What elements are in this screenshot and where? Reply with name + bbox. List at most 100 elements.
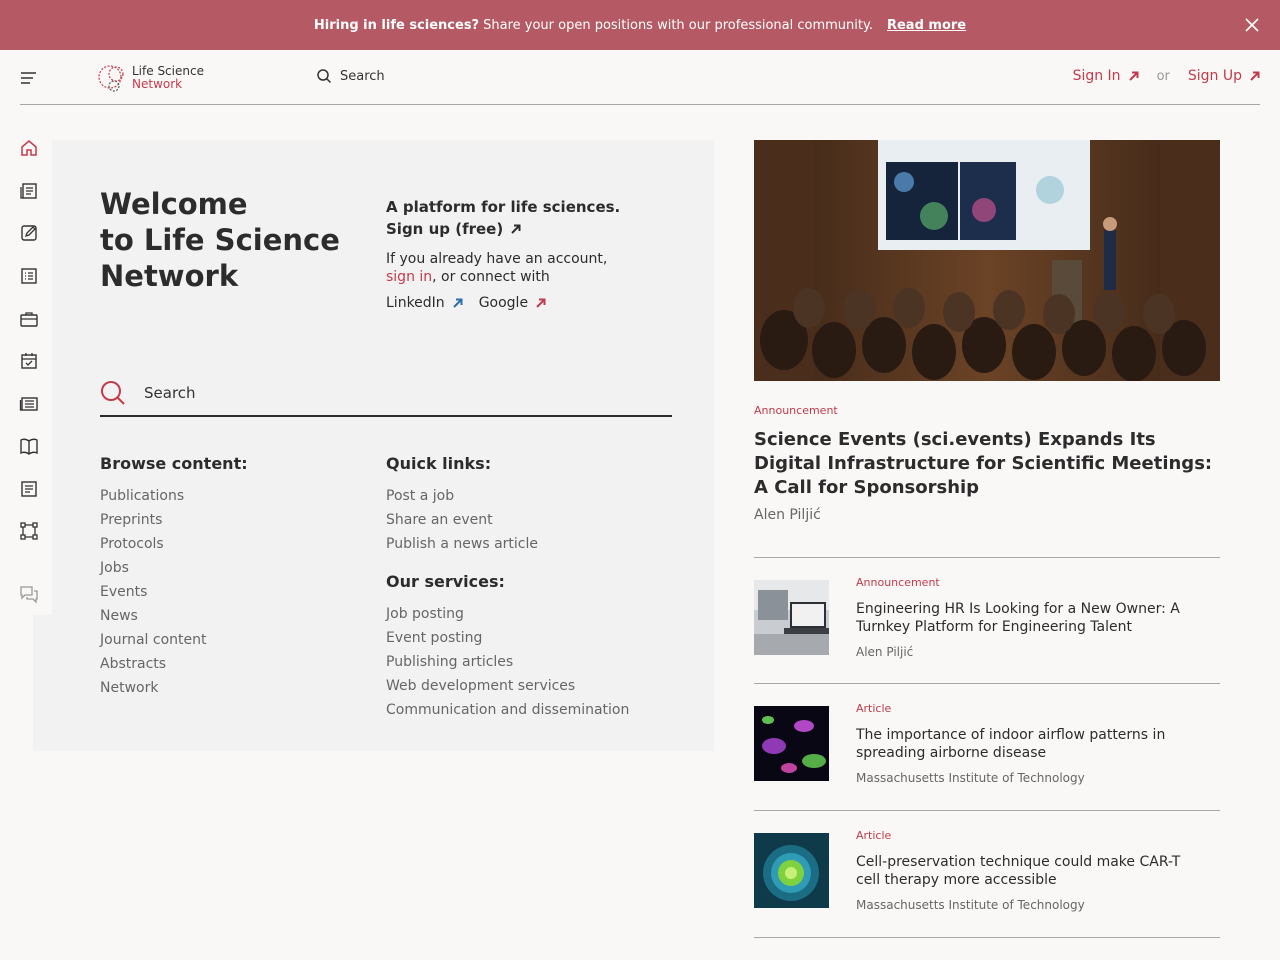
main-search-input[interactable]: Search: [100, 370, 672, 417]
welcome-line3: Network: [100, 259, 239, 293]
signup-free-label: Sign up (free): [386, 220, 504, 238]
featured-title-link[interactable]: Science Events (sci.events) Expands Its …: [754, 428, 1220, 500]
news-divider: [754, 683, 1220, 684]
browse-list: Publications Preprints Protocols Jobs Events…: [100, 484, 360, 700]
news-thumbnail[interactable]: [754, 706, 829, 781]
arrow-up-right-icon: [452, 298, 463, 308]
chat-icon[interactable]: [19, 584, 39, 604]
news-thumbnail[interactable]: [754, 833, 829, 908]
arrow-up-right-icon: [511, 224, 521, 234]
service-link[interactable]: Web development services: [386, 674, 686, 698]
arrow-up-right-icon: [1250, 71, 1260, 81]
news-divider: [754, 557, 1220, 558]
quick-link[interactable]: Share an event: [386, 508, 686, 532]
announcement-banner: Hiring in life sciences? Share your open…: [0, 0, 1280, 50]
account-prompt-prefix: If you already have an account,: [386, 251, 608, 267]
news-category: Announcement: [856, 576, 940, 589]
account-prompt: If you already have an account, sign in,…: [386, 250, 686, 286]
service-link[interactable]: Publishing articles: [386, 650, 686, 674]
book-icon[interactable]: [19, 436, 39, 456]
edit-icon[interactable]: [19, 223, 39, 243]
menu-icon[interactable]: [20, 70, 38, 84]
main-search-placeholder: Search: [144, 383, 196, 402]
news-thumbnail[interactable]: [754, 580, 829, 655]
news-title[interactable]: Engineering HR Is Looking for a New Owne…: [856, 600, 1196, 636]
sign-up-link[interactable]: Sign Up: [1188, 68, 1260, 84]
linkedin-link[interactable]: LinkedIn: [386, 294, 463, 312]
document-icon[interactable]: [19, 479, 39, 499]
welcome-line2: to Life Science: [100, 223, 340, 257]
sidebar-nav: [0, 126, 52, 616]
news-title[interactable]: Cell-preservation technique could make C…: [856, 853, 1196, 889]
browse-link[interactable]: Events: [100, 580, 360, 604]
browse-link[interactable]: Abstracts: [100, 652, 360, 676]
news-item[interactable]: Article The importance of indoor airflow…: [754, 702, 1220, 806]
quick-links-title: Quick links:: [386, 454, 492, 473]
calendar-icon[interactable]: [19, 351, 39, 371]
news-item[interactable]: Article Cell-preservation technique coul…: [754, 829, 1220, 933]
or-separator: or: [1156, 68, 1170, 84]
news-item[interactable]: Announcement Engineering HR Is Looking f…: [754, 576, 1220, 680]
site-logo[interactable]: Life Science Network: [96, 62, 204, 94]
service-link[interactable]: Communication and dissemination: [386, 698, 686, 722]
news-author: Massachusetts Institute of Technology: [856, 898, 1085, 912]
sign-in-link[interactable]: Sign In: [1073, 68, 1139, 84]
featured-category: Announcement: [754, 404, 838, 417]
service-link[interactable]: Event posting: [386, 626, 686, 650]
service-link[interactable]: Job posting: [386, 602, 686, 626]
header-search[interactable]: Search: [316, 68, 385, 84]
browse-link[interactable]: Network: [100, 676, 360, 700]
network-icon[interactable]: [19, 521, 39, 541]
news-icon[interactable]: [19, 181, 39, 201]
search-icon: [317, 69, 332, 84]
browse-link[interactable]: Publications: [100, 484, 360, 508]
google-link[interactable]: Google: [479, 294, 546, 312]
news-title[interactable]: The importance of indoor airflow pattern…: [856, 726, 1196, 762]
newspaper-icon[interactable]: [19, 394, 39, 414]
browse-link[interactable]: Protocols: [100, 532, 360, 556]
browse-link[interactable]: Journal content: [100, 628, 360, 652]
social-connect: LinkedIn Google: [386, 294, 686, 312]
auth-links: Sign In or Sign Up: [1073, 68, 1260, 84]
sign-in-label: Sign In: [1072, 68, 1121, 84]
services-list: Job posting Event posting Publishing artic…: [386, 602, 686, 722]
linkedin-label: LinkedIn: [386, 295, 445, 311]
banner-text: Share your open positions with our profe…: [483, 17, 873, 33]
banner-bold-text: Hiring in life sciences?: [313, 17, 480, 33]
arrow-up-right-icon: [536, 298, 546, 308]
account-prompt-suffix: , or connect with: [432, 269, 550, 285]
welcome-heading: Welcome to Life Science Network: [100, 186, 360, 294]
quick-link[interactable]: Post a job: [386, 484, 686, 508]
google-label: Google: [478, 295, 529, 311]
news-category: Article: [856, 702, 892, 715]
sign-in-inline-link[interactable]: sign in: [386, 269, 432, 285]
home-icon[interactable]: [19, 138, 39, 158]
site-header: Life Science Network Search Sign In or S…: [20, 50, 1260, 105]
logo-icon: [98, 65, 124, 92]
featured-image[interactable]: [754, 140, 1220, 381]
featured-author: Alen Piljić: [754, 507, 821, 523]
sign-up-label: Sign Up: [1187, 68, 1242, 84]
browse-link[interactable]: News: [100, 604, 360, 628]
list-icon[interactable]: [19, 266, 39, 286]
close-icon[interactable]: [1242, 15, 1262, 35]
search-icon: [101, 380, 125, 405]
news-author: Massachusetts Institute of Technology: [856, 771, 1085, 785]
quick-links-section: Quick links: Post a job Share an event Pub…: [386, 454, 686, 722]
banner-read-more-link[interactable]: Read more: [887, 18, 966, 33]
quick-links-list: Post a job Share an event Publish a news a…: [386, 484, 686, 556]
quick-link[interactable]: Publish a news article: [386, 532, 686, 556]
browse-title: Browse content:: [100, 454, 248, 473]
browse-link[interactable]: Preprints: [100, 508, 360, 532]
news-author: Alen Piljić: [856, 645, 914, 659]
browse-link[interactable]: Jobs: [100, 556, 360, 580]
services-title: Our services:: [386, 572, 505, 591]
platform-title: A platform for life sciences.: [386, 198, 621, 216]
news-divider: [754, 937, 1220, 938]
briefcase-icon[interactable]: [19, 309, 39, 329]
header-search-label: Search: [340, 68, 385, 84]
platform-intro: A platform for life sciences. Sign up (f…: [386, 196, 686, 312]
browse-content-section: Browse content: Publications Preprints Pro…: [100, 454, 360, 700]
news-divider: [754, 810, 1220, 811]
signup-free-link[interactable]: Sign up (free): [386, 218, 686, 240]
